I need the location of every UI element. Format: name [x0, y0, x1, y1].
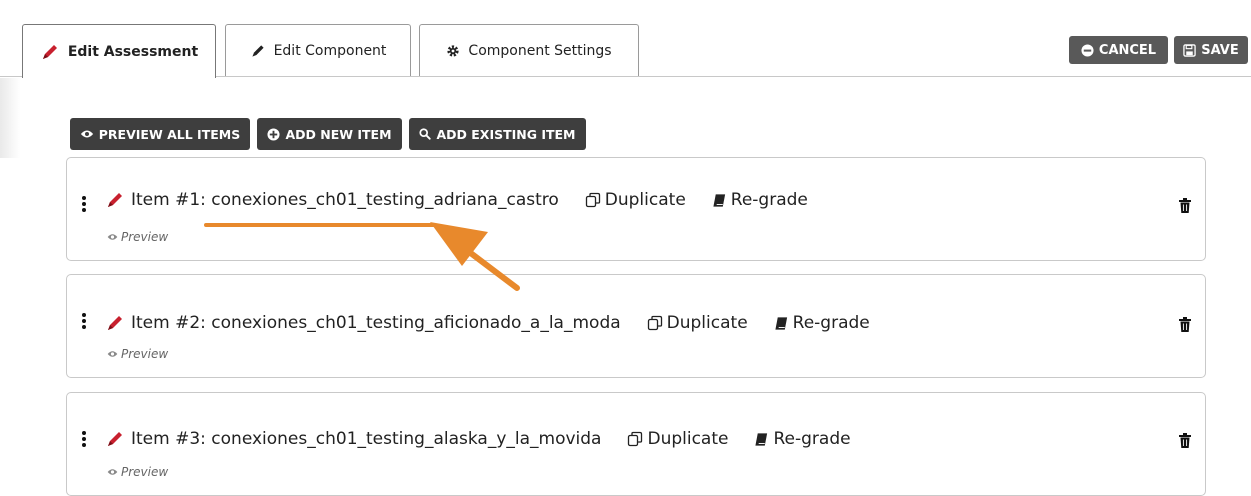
- item-card: Item #1: conexiones_ch01_testing_adriana…: [66, 157, 1206, 261]
- preview-all-items-button[interactable]: PREVIEW ALL ITEMS: [70, 118, 250, 150]
- trash-icon[interactable]: [1179, 433, 1191, 448]
- item-title[interactable]: Item #1: conexiones_ch01_testing_adriana…: [131, 190, 559, 210]
- pencil-icon: [250, 43, 266, 59]
- pencil-icon: [40, 42, 60, 62]
- copy-icon: [585, 192, 601, 208]
- preview-link[interactable]: Preview: [107, 230, 168, 244]
- item-card: Item #3: conexiones_ch01_testing_alaska_…: [66, 392, 1206, 496]
- book-icon: [774, 316, 789, 331]
- regrade-button[interactable]: Re-grade: [754, 429, 851, 449]
- copy-icon: [647, 315, 663, 331]
- search-icon: [419, 128, 432, 140]
- book-icon: [712, 193, 727, 208]
- add-new-item-button[interactable]: ADD NEW ITEM: [257, 118, 402, 150]
- tab-divider: [0, 76, 22, 77]
- floppy-disk-icon: [1183, 43, 1196, 57]
- tab-bar: Edit Assessment Edit Component Component…: [0, 0, 1251, 78]
- left-shadow: [0, 78, 20, 158]
- regrade-label: Re-grade: [730, 190, 808, 210]
- tab-label: Component Settings: [468, 42, 612, 59]
- item-title[interactable]: Item #2: conexiones_ch01_testing_aficion…: [131, 313, 621, 333]
- tab-edit-component[interactable]: Edit Component: [225, 24, 411, 76]
- drag-handle-icon[interactable]: [81, 313, 87, 329]
- drag-handle-icon[interactable]: [81, 196, 87, 212]
- add-existing-label: ADD EXISTING ITEM: [436, 126, 576, 142]
- minus-circle-icon: [1081, 43, 1094, 57]
- item-title[interactable]: Item #3: conexiones_ch01_testing_alaska_…: [131, 429, 601, 449]
- duplicate-button[interactable]: Duplicate: [647, 313, 748, 333]
- drag-handle-icon[interactable]: [81, 431, 87, 447]
- item-row: Item #2: conexiones_ch01_testing_aficion…: [105, 313, 870, 333]
- duplicate-label: Duplicate: [647, 429, 729, 449]
- duplicate-button[interactable]: Duplicate: [627, 429, 728, 449]
- copy-icon: [627, 431, 643, 447]
- preview-label: Preview: [121, 230, 169, 244]
- add-existing-item-button[interactable]: ADD EXISTING ITEM: [409, 118, 586, 150]
- regrade-label: Re-grade: [773, 429, 851, 449]
- eye-icon: [107, 350, 118, 358]
- eye-icon: [107, 468, 118, 476]
- preview-label: Preview: [121, 465, 169, 479]
- cancel-button[interactable]: CANCEL: [1069, 36, 1168, 64]
- duplicate-button[interactable]: Duplicate: [585, 190, 686, 210]
- pencil-icon: [105, 313, 125, 333]
- tab-label: Edit Assessment: [67, 43, 199, 60]
- preview-label: Preview: [121, 347, 169, 361]
- eye-icon: [80, 129, 94, 139]
- duplicate-label: Duplicate: [666, 313, 748, 333]
- tab-component-settings[interactable]: Component Settings: [419, 24, 639, 76]
- book-icon: [754, 432, 769, 447]
- item-row: Item #1: conexiones_ch01_testing_adriana…: [105, 190, 808, 210]
- preview-link[interactable]: Preview: [107, 347, 168, 361]
- pencil-icon: [105, 190, 125, 210]
- preview-link[interactable]: Preview: [107, 465, 168, 479]
- cancel-label: CANCEL: [1098, 42, 1157, 58]
- regrade-button[interactable]: Re-grade: [774, 313, 870, 333]
- preview-all-label: PREVIEW ALL ITEMS: [98, 126, 241, 142]
- duplicate-label: Duplicate: [604, 190, 686, 210]
- regrade-button[interactable]: Re-grade: [712, 190, 808, 210]
- pencil-icon: [105, 429, 125, 449]
- save-label: SAVE: [1201, 42, 1239, 58]
- eye-icon: [107, 233, 118, 241]
- trash-icon[interactable]: [1179, 198, 1191, 213]
- tab-label: Edit Component: [273, 42, 387, 59]
- item-row: Item #3: conexiones_ch01_testing_alaska_…: [105, 429, 851, 449]
- plus-circle-icon: [267, 127, 280, 141]
- gear-icon: [446, 44, 460, 58]
- regrade-label: Re-grade: [792, 313, 870, 333]
- item-card: Item #2: conexiones_ch01_testing_aficion…: [66, 274, 1206, 378]
- tab-divider: [216, 76, 1251, 77]
- add-new-label: ADD NEW ITEM: [285, 126, 392, 142]
- tab-edit-assessment[interactable]: Edit Assessment: [22, 24, 216, 78]
- save-button[interactable]: SAVE: [1174, 36, 1248, 64]
- trash-icon[interactable]: [1179, 317, 1191, 332]
